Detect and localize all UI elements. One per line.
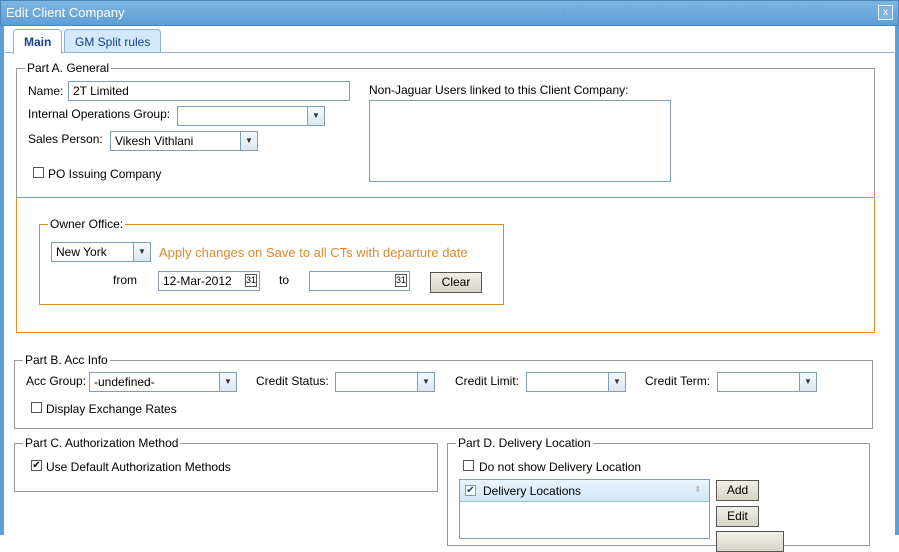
grid-header-label: Delivery Locations xyxy=(483,484,582,498)
credit-term-label: Credit Term: xyxy=(645,374,711,388)
chevron-down-icon[interactable]: ▼ xyxy=(799,373,816,391)
acc-group-select[interactable]: -undefined- ▼ xyxy=(89,372,237,392)
acc-group-value: -undefined- xyxy=(94,375,155,389)
chevron-down-icon[interactable]: ▼ xyxy=(608,373,625,391)
tab-main[interactable]: Main xyxy=(13,29,63,54)
credit-status-select[interactable]: ▼ xyxy=(335,372,435,392)
po-issuing-label: PO Issuing Company xyxy=(48,167,162,181)
iog-label: Internal Operations Group: xyxy=(28,107,171,121)
welcome-text: Welcome Alex Dobrovolsky, alex@jaguarfre… xyxy=(557,5,859,20)
office-value: New York xyxy=(56,245,107,259)
chevron-down-icon[interactable]: ▼ xyxy=(417,373,434,391)
apply-notice: Apply changes on Save to all CTs with de… xyxy=(159,245,468,260)
part-b-legend: Part B. Acc Info xyxy=(25,353,108,367)
display-rates-checkbox[interactable] xyxy=(31,402,42,413)
users-list[interactable] xyxy=(369,100,671,182)
close-button[interactable]: x xyxy=(878,5,893,20)
hide-delivery-checkbox[interactable] xyxy=(463,460,474,471)
chevron-down-icon[interactable]: ▼ xyxy=(240,132,257,150)
tab-gm-split-rules[interactable]: GM Split rules xyxy=(64,29,162,53)
window-title: Edit Client Company xyxy=(6,5,125,20)
office-select[interactable]: New York ▼ xyxy=(51,242,151,262)
chevron-down-icon[interactable]: ▼ xyxy=(219,373,236,391)
users-label: Non-Jaguar Users linked to this Client C… xyxy=(369,83,629,97)
delivery-action-button[interactable] xyxy=(716,531,784,552)
tab-divider xyxy=(5,52,894,53)
name-label: Name: xyxy=(28,84,64,98)
credit-limit-label: Credit Limit: xyxy=(455,374,520,388)
hide-delivery-label: Do not show Delivery Location xyxy=(479,460,642,474)
sales-value: Vikesh Vithlani xyxy=(115,134,194,148)
owner-legend: Owner Office: xyxy=(50,217,124,231)
po-issuing-checkbox[interactable] xyxy=(33,167,44,178)
part-c-legend: Part C. Authorization Method xyxy=(25,436,179,450)
from-date-input[interactable]: 12-Mar-2012 31 xyxy=(158,271,260,291)
default-auth-checkbox[interactable]: ✔ xyxy=(31,460,42,471)
to-label: to xyxy=(279,273,290,287)
display-rates-label: Display Exchange Rates xyxy=(46,402,177,416)
name-input[interactable]: 2T Limited xyxy=(68,81,350,101)
default-auth-label: Use Default Authorization Methods xyxy=(46,460,231,474)
sales-label: Sales Person: xyxy=(28,132,103,146)
calendar-icon[interactable]: 31 xyxy=(395,274,407,287)
sales-person-select[interactable]: Vikesh Vithlani ▼ xyxy=(110,131,258,151)
add-button[interactable]: Add xyxy=(716,480,759,501)
part-d-legend: Part D. Delivery Location xyxy=(458,436,591,450)
credit-status-label: Credit Status: xyxy=(256,374,329,388)
sort-icon[interactable]: ⬍ xyxy=(694,484,702,495)
calendar-icon[interactable]: 31 xyxy=(245,274,257,287)
select-all-checkbox[interactable]: ✔ xyxy=(465,485,476,496)
clear-button[interactable]: Clear xyxy=(430,272,482,293)
from-label: from xyxy=(113,273,137,287)
edit-button[interactable]: Edit xyxy=(716,506,759,527)
to-date-input[interactable]: 31 xyxy=(309,271,410,291)
acc-group-label: Acc Group: xyxy=(26,374,87,388)
iog-select[interactable]: ▼ xyxy=(177,106,325,126)
part-a-legend: Part A. General xyxy=(27,61,110,75)
credit-limit-select[interactable]: ▼ xyxy=(526,372,626,392)
credit-term-select[interactable]: ▼ xyxy=(717,372,817,392)
chevron-down-icon[interactable]: ▼ xyxy=(133,243,150,261)
from-date-value: 12-Mar-2012 xyxy=(163,274,232,288)
chevron-down-icon[interactable]: ▼ xyxy=(307,107,324,125)
